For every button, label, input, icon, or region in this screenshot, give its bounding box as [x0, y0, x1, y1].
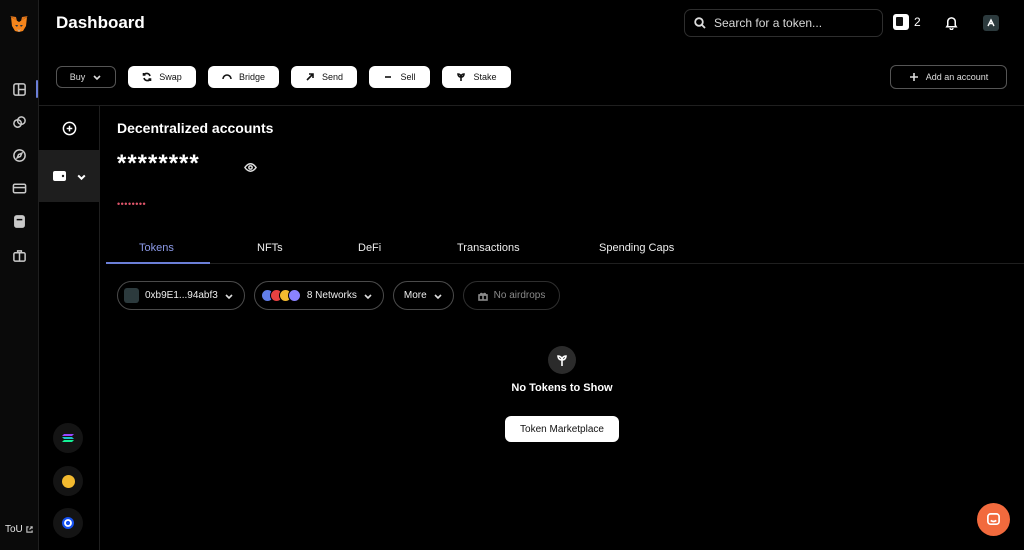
airdrops-label: No airdrops	[493, 290, 546, 301]
terms-of-use-link[interactable]: ToU	[5, 524, 33, 535]
gas-indicator[interactable]: 2	[893, 14, 921, 30]
gas-pump-icon	[893, 14, 909, 30]
account-avatar[interactable]	[983, 15, 999, 31]
chevron-down-icon	[364, 293, 372, 299]
storage-nav-icon[interactable]	[0, 210, 39, 232]
section-title: Decentralized accounts	[117, 120, 274, 136]
address-label: 0xb9E1...94abf3	[145, 290, 218, 301]
bridge-button[interactable]: Bridge	[208, 66, 279, 88]
left-rail: ToU	[0, 0, 39, 550]
search-icon	[694, 17, 706, 29]
networks-label: 8 Networks	[306, 290, 357, 301]
header-divider	[39, 105, 1024, 106]
sell-label: Sell	[400, 72, 416, 82]
action-bar: Buy Swap Bridge Send Sell Stake	[56, 66, 511, 88]
send-button[interactable]: Send	[291, 66, 357, 88]
search-placeholder: Search for a token...	[714, 16, 823, 30]
asset-tabs: Tokens NFTs DeFi Transactions Spending C…	[106, 236, 1024, 264]
token-search-input[interactable]: Search for a token...	[684, 9, 883, 37]
tab-defi[interactable]: DeFi	[358, 242, 381, 254]
sub-balance-masked: ••••••••	[117, 199, 147, 209]
empty-state: No Tokens to Show	[506, 346, 618, 394]
address-filter-dropdown[interactable]: 0xb9E1...94abf3	[117, 281, 245, 310]
account-avatar-small	[124, 288, 139, 303]
external-link-icon	[26, 526, 33, 533]
tab-nfts[interactable]: NFTs	[257, 242, 283, 254]
bnb-chain-icon[interactable]	[53, 466, 83, 496]
swap-nav-icon[interactable]	[0, 111, 39, 133]
chat-icon	[987, 513, 1000, 526]
sell-button[interactable]: Sell	[369, 66, 430, 88]
chevron-down-icon	[225, 293, 233, 299]
briefcase-nav-icon[interactable]	[0, 244, 39, 266]
solana-chain-icon[interactable]	[53, 423, 83, 453]
support-chat-button[interactable]	[977, 503, 1010, 536]
send-arrow-icon	[306, 73, 314, 81]
active-nav-indicator	[36, 80, 38, 98]
chevron-down-icon	[93, 75, 101, 81]
swap-icon	[142, 72, 152, 82]
swap-label: Swap	[159, 72, 182, 82]
tab-transactions[interactable]: Transactions	[457, 242, 520, 254]
chevron-down-icon	[77, 174, 86, 180]
notifications-bell-icon[interactable]	[944, 15, 959, 31]
network-icon-purple	[287, 289, 301, 302]
swap-button[interactable]: Swap	[128, 66, 196, 88]
tou-label: ToU	[5, 524, 23, 535]
stake-label: Stake	[473, 72, 497, 82]
bridge-icon	[222, 74, 232, 80]
page-title: Dashboard	[56, 13, 145, 32]
network-icons-stack	[260, 289, 301, 302]
card-nav-icon[interactable]	[0, 177, 39, 199]
buy-button[interactable]: Buy	[56, 66, 116, 88]
account-switcher-column	[39, 106, 100, 550]
plus-icon	[909, 73, 918, 81]
sprout-icon	[548, 346, 576, 374]
explore-compass-icon[interactable]	[0, 144, 39, 166]
chevron-down-icon	[434, 293, 442, 299]
active-tab-underline	[106, 262, 210, 264]
tab-tokens[interactable]: Tokens	[139, 242, 174, 254]
dashboard-nav-icon[interactable]	[0, 78, 39, 100]
tab-spending-caps[interactable]: Spending Caps	[599, 242, 674, 254]
wallet-icon	[53, 171, 66, 181]
buy-label: Buy	[69, 72, 86, 82]
minus-icon	[385, 76, 392, 78]
add-account-button[interactable]: Add an account	[890, 65, 1007, 89]
send-label: Send	[321, 72, 344, 82]
gift-icon	[477, 292, 488, 301]
sprout-icon	[457, 73, 466, 81]
eye-icon[interactable]	[244, 161, 257, 179]
token-marketplace-button[interactable]: Token Marketplace	[505, 416, 619, 442]
filter-bar: 0xb9E1...94abf3 8 Networks More No airdr…	[117, 281, 561, 310]
bridge-label: Bridge	[238, 72, 265, 82]
wallet-selector[interactable]	[39, 150, 100, 202]
more-filter-dropdown[interactable]: More	[392, 281, 454, 310]
balance-masked: ********	[117, 150, 200, 177]
metamask-logo-icon[interactable]	[8, 13, 30, 35]
more-label: More	[403, 290, 427, 301]
add-account-label: Add an account	[925, 72, 989, 82]
gas-count: 2	[914, 15, 921, 29]
empty-state-message: No Tokens to Show	[511, 382, 613, 394]
stake-button[interactable]: Stake	[442, 66, 511, 88]
add-circle-icon[interactable]	[62, 121, 77, 136]
base-chain-icon[interactable]	[53, 508, 83, 538]
networks-filter-dropdown[interactable]: 8 Networks	[253, 281, 384, 310]
airdrops-filter[interactable]: No airdrops	[462, 281, 561, 310]
